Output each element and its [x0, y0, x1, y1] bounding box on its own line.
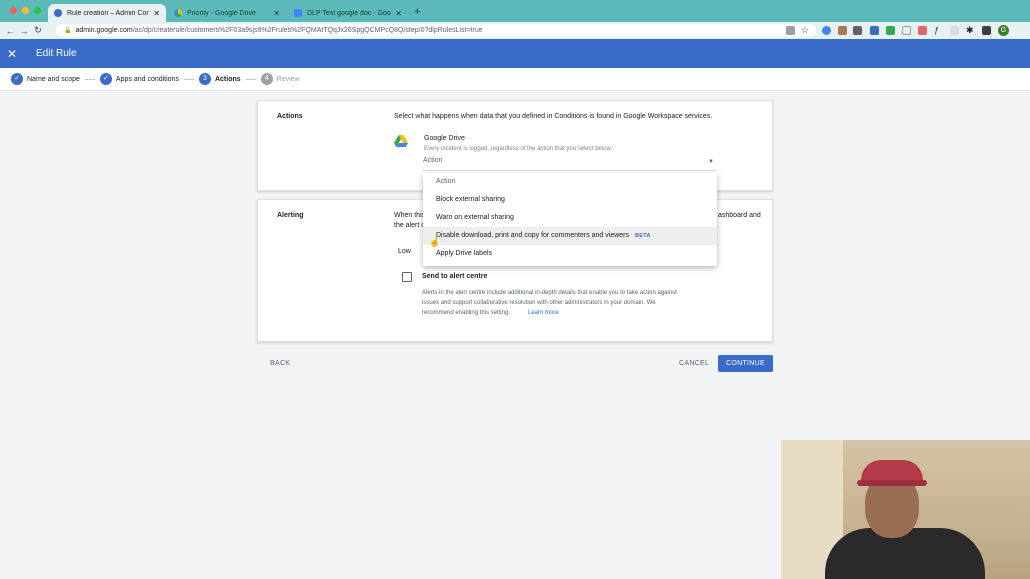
- action-select[interactable]: Action ▼: [423, 157, 716, 171]
- bookmark-star-icon[interactable]: ☆: [801, 26, 810, 35]
- close-tab-icon[interactable]: ✕: [395, 9, 402, 18]
- tab-title: Rule creation – Admin Console: [67, 9, 150, 17]
- address-bar[interactable]: 🔒 admin.google.com /ac/dp/createrule/cus…: [56, 24, 816, 37]
- page-title: Edit Rule: [36, 48, 77, 59]
- extension-fx-icon[interactable]: ƒ: [934, 26, 943, 35]
- menu-item-label: Warn on external sharing: [436, 214, 514, 221]
- close-tab-icon[interactable]: ✕: [273, 9, 280, 18]
- person-body: [825, 528, 985, 579]
- close-tab-icon[interactable]: ✕: [153, 9, 160, 18]
- step-actions: 3 Actions: [198, 73, 241, 85]
- tab-title: DLP Test google doc - Google: [307, 9, 392, 17]
- extension-icon[interactable]: [886, 26, 895, 35]
- url-path: /ac/dp/createrule/customers%2F03a9sjs9%2…: [132, 27, 483, 34]
- check-icon: ✓: [11, 73, 23, 85]
- service-note: Every incident is logged, regardless of …: [424, 146, 613, 152]
- step-divider: [84, 78, 95, 80]
- severity-select-value[interactable]: Low: [398, 248, 411, 255]
- menu-item-disable-download[interactable]: Disable download, print and copy for com…: [423, 227, 717, 245]
- new-tab-button[interactable]: +: [414, 6, 420, 18]
- google-docs-icon: [294, 9, 302, 17]
- reload-icon[interactable]: ↻: [31, 25, 45, 36]
- step-number: 4: [260, 73, 273, 85]
- webcam-overlay: [781, 440, 1030, 579]
- step-apps-and-conditions[interactable]: ✓ Apps and conditions: [99, 73, 179, 85]
- actions-section-title: Actions: [277, 113, 303, 120]
- extensions-puzzle-icon[interactable]: ✱: [966, 26, 975, 35]
- check-icon: ✓: [99, 73, 112, 85]
- extension-icon[interactable]: [950, 26, 959, 35]
- browser-tab-google-doc[interactable]: DLP Test google doc - Google ✕: [288, 4, 408, 22]
- service-name: Google Drive: [424, 135, 465, 142]
- cancel-button[interactable]: CANCEL: [679, 360, 709, 367]
- send-to-alert-centre-checkbox[interactable]: [402, 272, 412, 282]
- app-header: ✕ Edit Rule: [0, 39, 1030, 68]
- extension-g-icon[interactable]: [822, 26, 831, 35]
- tab-title: Priority - Google Drive: [187, 9, 256, 17]
- google-drive-icon: [394, 135, 408, 147]
- url-host: admin.google.com: [75, 27, 133, 34]
- alert-help-text: Alerts in the alert centre include addit…: [422, 290, 677, 296]
- browser-tabstrip: Rule creation – Admin Console ✕ Priority…: [0, 0, 1030, 22]
- menu-item-label: Disable download, print and copy for com…: [436, 232, 629, 239]
- window-close-button[interactable]: [10, 7, 17, 14]
- alerting-section-title: Alerting: [277, 212, 304, 219]
- alerting-description-cont: the alert c: [394, 222, 425, 229]
- action-select-value: Action: [423, 157, 443, 164]
- dropdown-arrow-icon: ▼: [708, 159, 714, 165]
- google-drive-icon: [174, 9, 182, 17]
- menu-item-label: Apply Drive labels: [436, 250, 493, 257]
- step-number: 3: [198, 73, 211, 85]
- alerting-description-end: ashboard and: [718, 212, 761, 219]
- back-button[interactable]: BACK: [270, 360, 290, 367]
- profile-avatar[interactable]: G: [998, 25, 1009, 36]
- lock-icon: 🔒: [64, 28, 72, 34]
- step-label: Name and scope: [27, 75, 80, 83]
- step-review: 4 Review: [260, 73, 300, 85]
- stepper: ✓ Name and scope ✓ Apps and conditions 3…: [0, 68, 1030, 91]
- window-maximize-button[interactable]: [34, 7, 41, 14]
- share-icon[interactable]: [786, 26, 795, 35]
- step-label: Actions: [214, 75, 241, 83]
- beta-badge: BETA: [635, 233, 651, 239]
- alerting-description-start: When this: [394, 212, 426, 219]
- extension-icon[interactable]: [853, 26, 862, 35]
- menu-item-label: Block external sharing: [436, 196, 505, 203]
- window-minimize-button[interactable]: [22, 7, 29, 14]
- menu-item-block-external-sharing[interactable]: Block external sharing: [423, 191, 717, 209]
- hand-cursor-icon: ☝: [429, 237, 441, 247]
- browser-tab-google-drive[interactable]: Priority - Google Drive ✕: [168, 4, 286, 22]
- extension-icon[interactable]: [902, 26, 911, 35]
- extension-icon[interactable]: [918, 26, 927, 35]
- extension-icon[interactable]: [838, 26, 847, 35]
- step-divider: [245, 78, 256, 80]
- alert-help-text: issues and support collaborative resolut…: [422, 300, 656, 306]
- browser-tab-admin-console[interactable]: Rule creation – Admin Console ✕: [48, 4, 166, 22]
- menu-item-label: Action: [436, 178, 456, 185]
- close-icon[interactable]: ✕: [0, 47, 24, 61]
- extension-shield-icon[interactable]: [870, 26, 879, 35]
- step-name-and-scope[interactable]: ✓ Name and scope: [11, 73, 80, 85]
- forward-arrow-icon[interactable]: →: [17, 26, 31, 36]
- menu-item-apply-drive-labels[interactable]: Apply Drive labels: [423, 245, 717, 263]
- menu-item-placeholder[interactable]: Action: [423, 173, 717, 191]
- step-label: Apps and conditions: [115, 75, 179, 83]
- menu-item-warn-external-sharing[interactable]: Warn on external sharing: [423, 209, 717, 227]
- action-dropdown-menu: Action Block external sharing Warn on ex…: [423, 173, 717, 266]
- continue-button[interactable]: CONTINUE: [718, 355, 773, 372]
- alert-help-text: recommend enabling this setting.: [422, 310, 511, 316]
- checkbox-label: Send to alert centre: [422, 273, 488, 280]
- back-arrow-icon[interactable]: ←: [3, 26, 17, 36]
- step-divider: [183, 78, 194, 80]
- person-cap-brim: [857, 480, 927, 486]
- admin-console-icon: [54, 9, 62, 17]
- learn-more-link[interactable]: Learn more: [528, 310, 559, 316]
- side-panel-icon[interactable]: [982, 26, 991, 35]
- actions-description: Select what happens when data that you d…: [394, 113, 713, 120]
- step-label: Review: [276, 75, 300, 83]
